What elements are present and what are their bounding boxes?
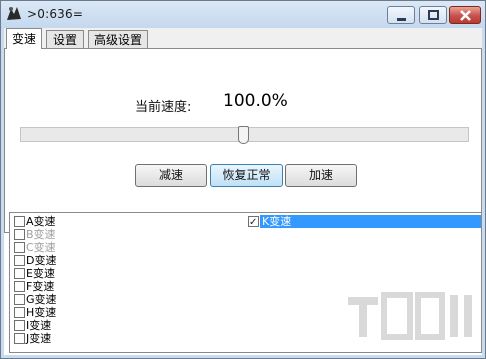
tab-settings[interactable]: 设置	[46, 30, 84, 48]
hotkey-label: F变速	[26, 280, 55, 293]
hotkey-checkbox[interactable]	[14, 268, 25, 279]
hotkey-label: J变速	[26, 332, 52, 345]
window-title: >0:636=	[27, 7, 84, 21]
hotkey-checkbox[interactable]	[14, 216, 25, 227]
close-icon	[460, 10, 471, 21]
speed-panel: 当前速度: 100.0% 减速 恢复正常 加速	[4, 49, 482, 233]
hotkey-label: A变速	[26, 215, 56, 228]
tab-speed[interactable]: 变速	[6, 28, 42, 49]
hotkey-label: I变速	[26, 319, 52, 332]
hotkey-label: E变速	[26, 267, 55, 280]
increase-speed-button[interactable]: 加速	[285, 164, 357, 187]
hotkey-checkbox[interactable]	[14, 229, 25, 240]
hotkey-label: G变速	[26, 293, 57, 306]
speed-slider-thumb[interactable]	[238, 126, 249, 144]
minimize-button[interactable]	[387, 6, 415, 24]
hotkey-checkbox[interactable]: ✓	[248, 216, 259, 228]
hotkey-label: B变速	[26, 228, 56, 241]
close-button[interactable]	[449, 6, 481, 24]
hotkey-checkbox[interactable]	[14, 333, 25, 344]
app-window: >0:636= 变速 设置 高级设置 当前速度: 100.0% 减速 恢复正常 …	[0, 0, 486, 359]
maximize-icon	[428, 10, 439, 20]
hotkey-checkbox[interactable]	[14, 307, 25, 318]
current-speed-label: 当前速度:	[135, 100, 192, 115]
hotkey-checkbox[interactable]	[14, 242, 25, 253]
tab-advanced-settings[interactable]: 高级设置	[88, 30, 148, 48]
decrease-speed-button[interactable]: 减速	[135, 164, 207, 187]
watermark-logo-icon	[348, 292, 472, 340]
tab-strip: 变速 设置 高级设置	[4, 28, 482, 49]
hotkey-checkbox[interactable]	[14, 281, 25, 292]
hotkey-checkbox[interactable]	[14, 255, 25, 266]
checkmark-icon: ✓	[249, 217, 258, 228]
hotkey-label: D变速	[26, 254, 57, 267]
hotkey-label: H变速	[26, 306, 57, 319]
minimize-icon	[397, 18, 406, 21]
title-bar[interactable]: >0:636=	[1, 1, 485, 28]
hotkey-checkbox[interactable]	[14, 320, 25, 331]
hotkey-checkbox[interactable]	[14, 294, 25, 305]
current-speed-value: 100.0%	[223, 91, 288, 111]
hotkey-label: K变速	[260, 215, 481, 228]
reset-speed-button[interactable]: 恢复正常	[210, 164, 283, 187]
maximize-button[interactable]	[419, 6, 447, 24]
hotkey-label: C变速	[26, 241, 56, 254]
app-logo-icon	[7, 7, 21, 20]
